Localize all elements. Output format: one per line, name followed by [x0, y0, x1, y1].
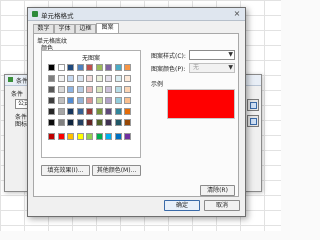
color-swatch[interactable]: [95, 86, 103, 93]
color-swatch[interactable]: [95, 64, 103, 71]
color-swatch[interactable]: [86, 97, 93, 104]
color-swatch[interactable]: [124, 119, 131, 126]
color-swatch[interactable]: [76, 108, 84, 115]
cancel-button[interactable]: 取消: [204, 200, 240, 211]
app-icon: [8, 77, 13, 82]
tab-font[interactable]: 字体: [54, 24, 75, 33]
color-swatch[interactable]: [124, 64, 131, 71]
color-swatch[interactable]: [114, 133, 122, 140]
color-swatch[interactable]: [124, 86, 131, 93]
color-swatch[interactable]: [76, 133, 84, 140]
color-swatch[interactable]: [86, 119, 93, 126]
pattern-style-label: 图案样式(C):: [151, 53, 186, 60]
range-picker-icon: [250, 102, 257, 109]
color-swatch[interactable]: [67, 86, 74, 93]
color-swatch[interactable]: [86, 86, 93, 93]
color-swatch[interactable]: [67, 64, 74, 71]
color-swatch[interactable]: [57, 75, 65, 82]
sample-label: 示例: [151, 81, 164, 88]
color-swatch[interactable]: [105, 108, 112, 115]
fill-effects-button[interactable]: 填充效果(I)...: [41, 165, 90, 176]
chevron-down-icon: ▼: [228, 64, 233, 71]
format-cells-dialog: 单元格格式 × 数字 字体 边框 图案 单元格底纹 颜色 无图案 填充效果(I)…: [27, 7, 246, 217]
dialog-title: 单元格格式: [41, 12, 74, 20]
color-swatch[interactable]: [114, 108, 122, 115]
color-swatch[interactable]: [105, 75, 112, 82]
pattern-panel: 单元格底纹 颜色 无图案 填充效果(I)... 其他颜色(M)... 图案样式(…: [33, 33, 239, 197]
chevron-down-icon: ▼: [228, 51, 233, 58]
color-swatch[interactable]: [105, 133, 112, 140]
color-swatch[interactable]: [57, 97, 65, 104]
color-swatch[interactable]: [124, 75, 131, 82]
color-swatch[interactable]: [114, 119, 122, 126]
color-swatch[interactable]: [114, 75, 122, 82]
color-swatch[interactable]: [57, 108, 65, 115]
color-swatch[interactable]: [48, 119, 55, 126]
color-swatch[interactable]: [48, 75, 55, 82]
dialog-titlebar: 单元格格式 ×: [28, 8, 245, 21]
color-swatch[interactable]: [76, 86, 84, 93]
color-swatch[interactable]: [105, 119, 112, 126]
color-swatch[interactable]: [48, 64, 55, 71]
color-swatch[interactable]: [48, 97, 55, 104]
color-swatch[interactable]: [76, 75, 84, 82]
condition-label: 条件: [11, 91, 24, 98]
color-swatch[interactable]: [76, 64, 84, 71]
color-swatch[interactable]: [95, 75, 103, 82]
more-colors-button[interactable]: 其他颜色(M)...: [92, 165, 141, 176]
ok-button[interactable]: 确定: [164, 200, 200, 211]
color-swatch[interactable]: [86, 108, 93, 115]
color-swatch[interactable]: [57, 133, 65, 140]
close-icon[interactable]: ×: [232, 9, 242, 18]
range-picker-icon: [250, 118, 257, 125]
color-swatch[interactable]: [67, 133, 74, 140]
color-swatch[interactable]: [86, 133, 93, 140]
color-swatch[interactable]: [67, 119, 74, 126]
color-swatch[interactable]: [124, 108, 131, 115]
app-icon: [32, 11, 38, 17]
tab-number[interactable]: 数字: [33, 24, 54, 33]
clear-button[interactable]: 清除(R): [200, 185, 235, 196]
color-palette: 无图案: [41, 50, 141, 158]
color-swatch[interactable]: [105, 97, 112, 104]
color-swatch[interactable]: [124, 133, 131, 140]
color-swatch[interactable]: [57, 119, 65, 126]
color-swatch[interactable]: [124, 97, 131, 104]
color-swatch[interactable]: [76, 119, 84, 126]
sample-preview: [167, 89, 235, 119]
color-swatch[interactable]: [114, 86, 122, 93]
color-swatch[interactable]: [105, 64, 112, 71]
tab-pattern[interactable]: 图案: [96, 23, 119, 33]
color-swatch[interactable]: [48, 108, 55, 115]
color-swatch[interactable]: [95, 133, 103, 140]
color-swatch[interactable]: [67, 97, 74, 104]
color-swatch[interactable]: [67, 75, 74, 82]
tab-border[interactable]: 边框: [75, 24, 96, 33]
color-swatch[interactable]: [114, 97, 122, 104]
color-swatch[interactable]: [67, 108, 74, 115]
pattern-color-label: 图案颜色(P):: [151, 66, 186, 73]
color-swatch[interactable]: [48, 86, 55, 93]
range-picker-button[interactable]: [247, 99, 259, 111]
no-fill-option[interactable]: 无图案: [42, 53, 140, 62]
color-swatch[interactable]: [48, 133, 55, 140]
color-swatch[interactable]: [86, 75, 93, 82]
color-swatch[interactable]: [76, 97, 84, 104]
color-swatch[interactable]: [95, 119, 103, 126]
pattern-color-value: 无: [193, 64, 200, 71]
pattern-style-select[interactable]: ▼: [189, 50, 235, 60]
color-swatch[interactable]: [95, 108, 103, 115]
color-swatch[interactable]: [95, 97, 103, 104]
color-swatch[interactable]: [57, 64, 65, 71]
color-swatch[interactable]: [105, 86, 112, 93]
color-swatch[interactable]: [86, 64, 93, 71]
color-swatch[interactable]: [114, 64, 122, 71]
color-swatch[interactable]: [57, 86, 65, 93]
pattern-color-select[interactable]: 无 ▼: [189, 63, 235, 73]
range-picker-button-2[interactable]: [247, 115, 259, 127]
